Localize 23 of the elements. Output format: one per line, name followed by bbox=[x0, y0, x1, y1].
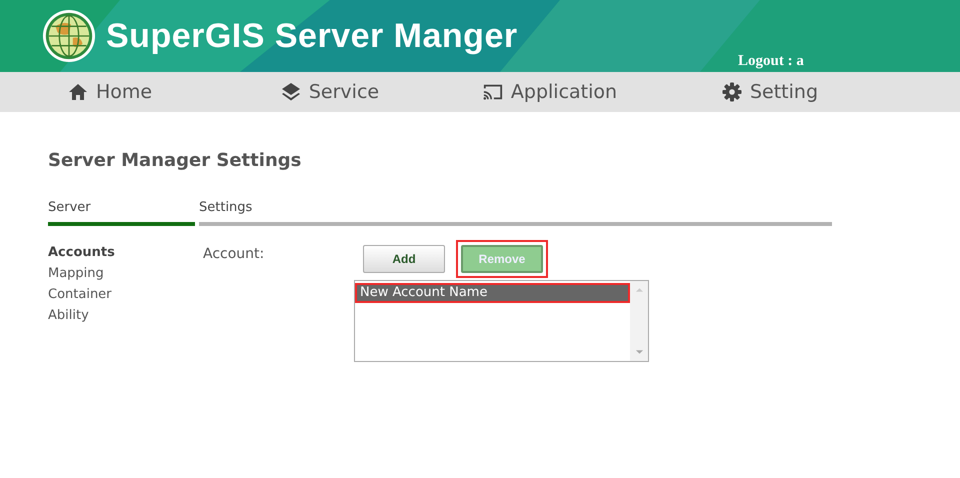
tab[interactable]: Server bbox=[48, 200, 195, 226]
nav-item[interactable]: Application bbox=[440, 72, 660, 112]
page-title: Server Manager Settings bbox=[48, 150, 302, 173]
scroll-down-icon[interactable] bbox=[634, 349, 644, 355]
list-item[interactable]: New Account Name bbox=[355, 283, 630, 303]
tab[interactable]: Settings bbox=[199, 200, 832, 226]
nav-item[interactable]: Home bbox=[0, 72, 220, 112]
cast-icon bbox=[482, 82, 503, 102]
add-button[interactable]: Add bbox=[363, 245, 445, 273]
nav-item[interactable]: Setting bbox=[660, 72, 880, 112]
app-title: SuperGIS Server Manger bbox=[106, 16, 518, 56]
scrollbar[interactable] bbox=[630, 281, 648, 361]
sidebar-item[interactable]: Container bbox=[48, 284, 203, 305]
sidebar-item[interactable]: Accounts bbox=[48, 242, 203, 263]
sidebar-item[interactable]: Mapping bbox=[48, 263, 203, 284]
scroll-up-icon[interactable] bbox=[634, 287, 644, 293]
nav-item[interactable]: Service bbox=[220, 72, 440, 112]
settings-icon bbox=[722, 82, 742, 102]
home-icon bbox=[68, 82, 88, 102]
layers-icon bbox=[280, 82, 301, 102]
sidebar-item[interactable]: Ability bbox=[48, 305, 203, 326]
globe-logo-icon bbox=[42, 9, 96, 63]
account-label: Account: bbox=[203, 246, 266, 264]
